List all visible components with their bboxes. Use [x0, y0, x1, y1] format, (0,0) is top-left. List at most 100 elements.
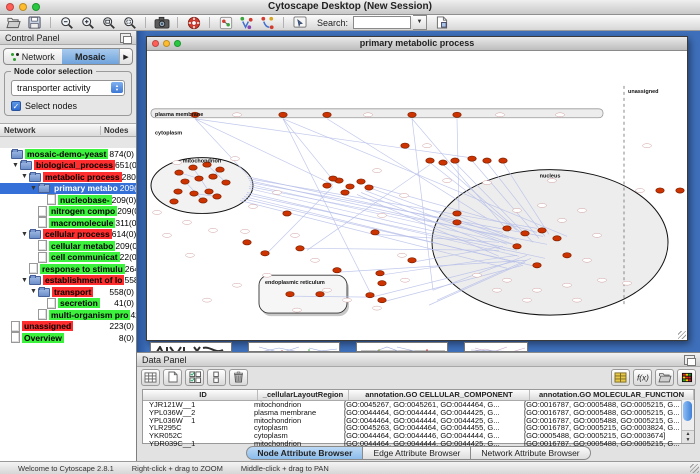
expand-arrow-icon[interactable]: ▼ [29, 288, 38, 295]
expand-arrow-icon[interactable]: ▼ [20, 173, 29, 180]
graph-node[interactable] [513, 244, 521, 249]
graph-node[interactable] [341, 190, 349, 195]
layout-hierarchic-icon[interactable] [258, 16, 277, 30]
select-all-attributes-icon[interactable] [185, 369, 204, 386]
table-row[interactable]: YJR121W__1mitochondrion[GO:0045267, GO:0… [143, 401, 694, 409]
graph-node[interactable] [499, 158, 507, 163]
tree-row[interactable]: unassigned223(0) [0, 321, 136, 333]
minimized-view-thumbnail[interactable] [356, 342, 448, 352]
graph-node[interactable] [378, 281, 386, 286]
graph-node[interactable] [521, 231, 529, 236]
network-canvas[interactable]: plasma membrane cytoplasm mitochondrion … [147, 51, 687, 340]
tree-row[interactable]: response to stimulu264(0) [0, 263, 136, 275]
graph-node[interactable] [175, 170, 183, 175]
expand-arrow-icon[interactable]: ▼ [29, 185, 38, 192]
graph-node[interactable] [195, 176, 203, 181]
graph-node[interactable] [538, 228, 546, 233]
tree-row[interactable]: ▼metabolic process280(0) [0, 171, 136, 183]
tree-row[interactable]: secretion41(0) [0, 298, 136, 310]
tree-column-nodes[interactable]: Nodes [101, 126, 136, 135]
node-color-select[interactable]: transporter activity ▲▼ [11, 80, 125, 96]
network-view-titlebar[interactable]: primary metabolic process [147, 37, 687, 51]
zoom-fit-icon[interactable] [120, 16, 139, 30]
graph-node[interactable] [401, 143, 409, 148]
column-header[interactable]: _cellularLayoutRegion [258, 390, 349, 400]
graph-node[interactable] [279, 112, 287, 117]
heatmap-icon[interactable] [677, 369, 696, 386]
tree-row[interactable]: ▼transport558(0) [0, 286, 136, 298]
graph-node[interactable] [408, 258, 416, 263]
graph-node[interactable] [483, 158, 491, 163]
graph-node[interactable] [222, 180, 230, 185]
statusbar-resize-grip[interactable] [690, 464, 699, 473]
graph-node[interactable] [366, 293, 374, 298]
scrollbar-thumb[interactable] [683, 401, 692, 421]
tab-edge-attribute-browser[interactable]: Edge Attribute Browser [363, 446, 471, 460]
graph-node[interactable] [190, 191, 198, 196]
graph-node[interactable] [378, 298, 386, 303]
attribute-matrix-icon[interactable] [611, 369, 630, 386]
help-lifesaver-icon[interactable] [184, 16, 203, 30]
network-view-minimize-button[interactable] [163, 40, 170, 47]
tree-row[interactable]: mosaic-demo-yeast874(0) [0, 148, 136, 160]
graph-node[interactable] [376, 271, 384, 276]
graph-node[interactable] [316, 292, 324, 297]
search-dropdown-button[interactable]: ▼ [413, 15, 427, 30]
delete-attribute-trash-icon[interactable] [229, 369, 248, 386]
graph-node[interactable] [205, 189, 213, 194]
graph-node[interactable] [357, 179, 365, 184]
graph-node[interactable] [174, 189, 182, 194]
graph-node[interactable] [503, 226, 511, 231]
tab-node-attribute-browser[interactable]: Node Attribute Browser [246, 446, 363, 460]
select-nodes-checkbox[interactable]: ✓ [11, 101, 21, 111]
graph-node[interactable] [365, 185, 373, 190]
float-panel-icon[interactable] [120, 33, 131, 43]
graph-node[interactable] [371, 230, 379, 235]
expand-arrow-icon[interactable]: ▼ [11, 162, 20, 169]
tree-row[interactable]: ▼establishment of lo558(0) [0, 275, 136, 287]
tab-overflow-arrow-icon[interactable]: ▶ [119, 49, 132, 64]
tree-row[interactable]: cell communicat22(0) [0, 252, 136, 264]
graph-node[interactable] [209, 174, 217, 179]
tree-row[interactable]: ▼biological_process651(0) [0, 160, 136, 172]
window-resize-grip[interactable] [678, 331, 686, 339]
table-scrollbar[interactable]: ▲▼ [681, 400, 694, 443]
search-input[interactable] [353, 16, 411, 29]
graph-node[interactable] [533, 263, 541, 268]
graph-node[interactable] [426, 158, 434, 163]
table-row[interactable]: YPL036W__2plasma membrane[GO:0044464, GO… [143, 409, 694, 417]
vizmapper-icon[interactable] [216, 16, 235, 30]
network-view-window[interactable]: primary metabolic process [146, 36, 688, 341]
graph-node[interactable] [329, 176, 337, 181]
graph-node[interactable] [189, 165, 197, 170]
graph-node[interactable] [323, 112, 331, 117]
table-row[interactable]: YPL036W__1mitochondrion[GO:0044464, GO:0… [143, 417, 694, 425]
new-attribute-icon[interactable] [163, 369, 182, 386]
zoom-in-icon[interactable] [78, 16, 97, 30]
table-row[interactable]: YLR295Ccytoplasm[GO:0045263, GO:0044464,… [143, 424, 694, 432]
zoom-window-button[interactable] [32, 3, 40, 11]
column-header[interactable]: annotation.GO CELLULAR_COMPONENT [349, 390, 530, 400]
layout-network-icon[interactable] [237, 16, 256, 30]
graph-node[interactable] [453, 220, 461, 225]
graph-node[interactable] [453, 211, 461, 216]
open-session-icon[interactable] [4, 16, 23, 30]
tree-row[interactable]: multi-organism pro42(0) [0, 309, 136, 321]
network-view-zoom-button[interactable] [174, 40, 181, 47]
tree-row[interactable]: nucleobase-209(0) [0, 194, 136, 206]
network-view-close-button[interactable] [152, 40, 159, 47]
graph-node[interactable] [408, 112, 416, 117]
new-document-icon[interactable] [432, 16, 451, 30]
graph-node[interactable] [453, 112, 461, 117]
tree-row[interactable]: cellular metabo209(0) [0, 240, 136, 252]
minimized-view-thumbnail[interactable] [248, 342, 340, 352]
graph-node[interactable] [676, 188, 684, 193]
select-attributes-icon[interactable] [141, 369, 160, 386]
expand-arrow-icon[interactable]: ▼ [20, 231, 29, 238]
tree-column-network[interactable]: Network [0, 126, 101, 135]
graph-node[interactable] [170, 199, 178, 204]
snapshot-camera-icon[interactable] [152, 16, 171, 30]
graph-node[interactable] [333, 268, 341, 273]
minimized-view-thumbnail[interactable] [150, 342, 232, 352]
graph-node[interactable] [553, 236, 561, 241]
